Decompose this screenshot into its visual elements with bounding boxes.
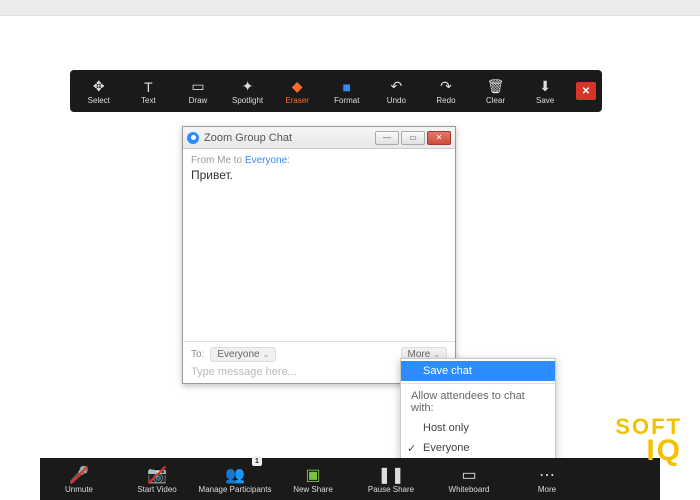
- format-icon: ■: [343, 78, 351, 96]
- anno-label: Draw: [189, 96, 208, 105]
- meet-label: New Share: [293, 485, 333, 494]
- annotation-toolbar: ✥Select TText ▭Draw ✦Spotlight ◆Eraser ■…: [70, 70, 602, 112]
- from-target[interactable]: Everyone: [245, 155, 287, 166]
- participants-icon: 👥: [225, 465, 245, 485]
- pause-icon: ❚❚: [378, 465, 405, 485]
- chat-window: Zoom Group Chat — ▭ ✕ From Me to Everyon…: [182, 126, 456, 384]
- meet-pause-share[interactable]: ❚❚ Pause Share: [352, 458, 430, 500]
- trash-icon: 🗑: [487, 78, 505, 96]
- anno-label: Undo: [387, 96, 406, 105]
- meet-label: Unmute: [65, 485, 93, 494]
- more-menu: Save chat Allow attendees to chat with: …: [400, 358, 556, 461]
- anno-save[interactable]: ⬇Save: [520, 70, 570, 112]
- meet-start-video[interactable]: 📷 Start Video: [118, 458, 196, 500]
- spotlight-icon: ✦: [242, 78, 254, 96]
- chat-title: Zoom Group Chat: [204, 132, 292, 144]
- meet-label: Start Video: [137, 485, 176, 494]
- anno-redo[interactable]: ↷Redo: [421, 70, 471, 112]
- anno-label: Save: [536, 96, 554, 105]
- chat-body: From Me to Everyone: Привет.: [183, 149, 455, 341]
- from-prefix: From Me to: [191, 155, 245, 166]
- logo-line2: IQ: [615, 437, 682, 464]
- anno-label: Redo: [436, 96, 455, 105]
- anno-clear[interactable]: 🗑Clear: [471, 70, 521, 112]
- anno-label: Spotlight: [232, 96, 263, 105]
- anno-undo[interactable]: ↶Undo: [372, 70, 422, 112]
- anno-spotlight[interactable]: ✦Spotlight: [223, 70, 273, 112]
- menu-save-chat[interactable]: Save chat: [401, 361, 555, 381]
- meet-whiteboard[interactable]: ▭ Whiteboard: [430, 458, 508, 500]
- anno-format[interactable]: ■Format: [322, 70, 372, 112]
- meet-unmute[interactable]: 🎤 Unmute: [40, 458, 118, 500]
- save-icon: ⬇: [539, 78, 551, 96]
- chat-titlebar[interactable]: Zoom Group Chat — ▭ ✕: [183, 127, 455, 149]
- meet-label: Whiteboard: [449, 485, 490, 494]
- anno-label: Format: [334, 96, 359, 105]
- share-icon: ▣: [305, 465, 320, 485]
- to-target-value: Everyone: [217, 349, 259, 360]
- anno-label: Text: [141, 96, 156, 105]
- anno-text[interactable]: TText: [124, 70, 174, 112]
- from-suffix: :: [287, 155, 290, 166]
- anno-draw[interactable]: ▭Draw: [173, 70, 223, 112]
- check-icon: ✓: [407, 442, 416, 455]
- meet-participants[interactable]: 👥 1 Manage Participants: [196, 458, 274, 500]
- whiteboard-icon: ▭: [461, 465, 476, 485]
- meet-label: More: [538, 485, 556, 494]
- message-from-line: From Me to Everyone:: [191, 155, 447, 166]
- minimize-button[interactable]: —: [375, 131, 399, 145]
- microphone-icon: 🎤: [69, 465, 89, 485]
- maximize-button[interactable]: ▭: [401, 131, 425, 145]
- close-button[interactable]: ✕: [427, 131, 451, 145]
- undo-icon: ↶: [390, 78, 402, 96]
- meet-more[interactable]: ⋯ More: [508, 458, 586, 500]
- redo-icon: ↷: [440, 78, 452, 96]
- more-icon: ⋯: [539, 465, 555, 485]
- zoom-icon: [187, 132, 199, 144]
- menu-everyone-label: Everyone: [423, 442, 469, 454]
- camera-icon: 📷: [147, 465, 167, 485]
- eraser-icon: ◆: [292, 78, 303, 96]
- chevron-down-icon: ⌄: [263, 350, 270, 359]
- anno-select[interactable]: ✥Select: [74, 70, 124, 112]
- menu-host-only[interactable]: Host only: [401, 418, 555, 438]
- meet-label: Manage Participants: [199, 485, 272, 494]
- participants-badge: 1: [252, 456, 262, 466]
- anno-eraser[interactable]: ◆Eraser: [272, 70, 322, 112]
- draw-icon: ▭: [191, 78, 204, 96]
- message-text: Привет.: [191, 168, 447, 182]
- text-icon: T: [144, 78, 153, 96]
- to-label: To:: [191, 349, 204, 360]
- anno-label: Select: [88, 96, 110, 105]
- anno-close-button[interactable]: ✕: [576, 82, 596, 100]
- menu-separator: [401, 383, 555, 384]
- meet-new-share[interactable]: ▣ New Share: [274, 458, 352, 500]
- meet-label: Pause Share: [368, 485, 414, 494]
- anno-label: Clear: [486, 96, 505, 105]
- meeting-toolbar: 🎤 Unmute 📷 Start Video 👥 1 Manage Partic…: [40, 458, 660, 500]
- window-top-strip: [0, 0, 700, 16]
- anno-label: Eraser: [285, 96, 309, 105]
- menu-section-header: Allow attendees to chat with:: [401, 386, 555, 418]
- close-icon: ✕: [582, 86, 590, 97]
- window-buttons: — ▭ ✕: [375, 131, 451, 145]
- to-selector[interactable]: Everyone ⌄: [210, 347, 276, 362]
- watermark-logo: SOFT IQ: [615, 417, 682, 464]
- menu-everyone[interactable]: ✓ Everyone: [401, 438, 555, 458]
- move-icon: ✥: [93, 78, 105, 96]
